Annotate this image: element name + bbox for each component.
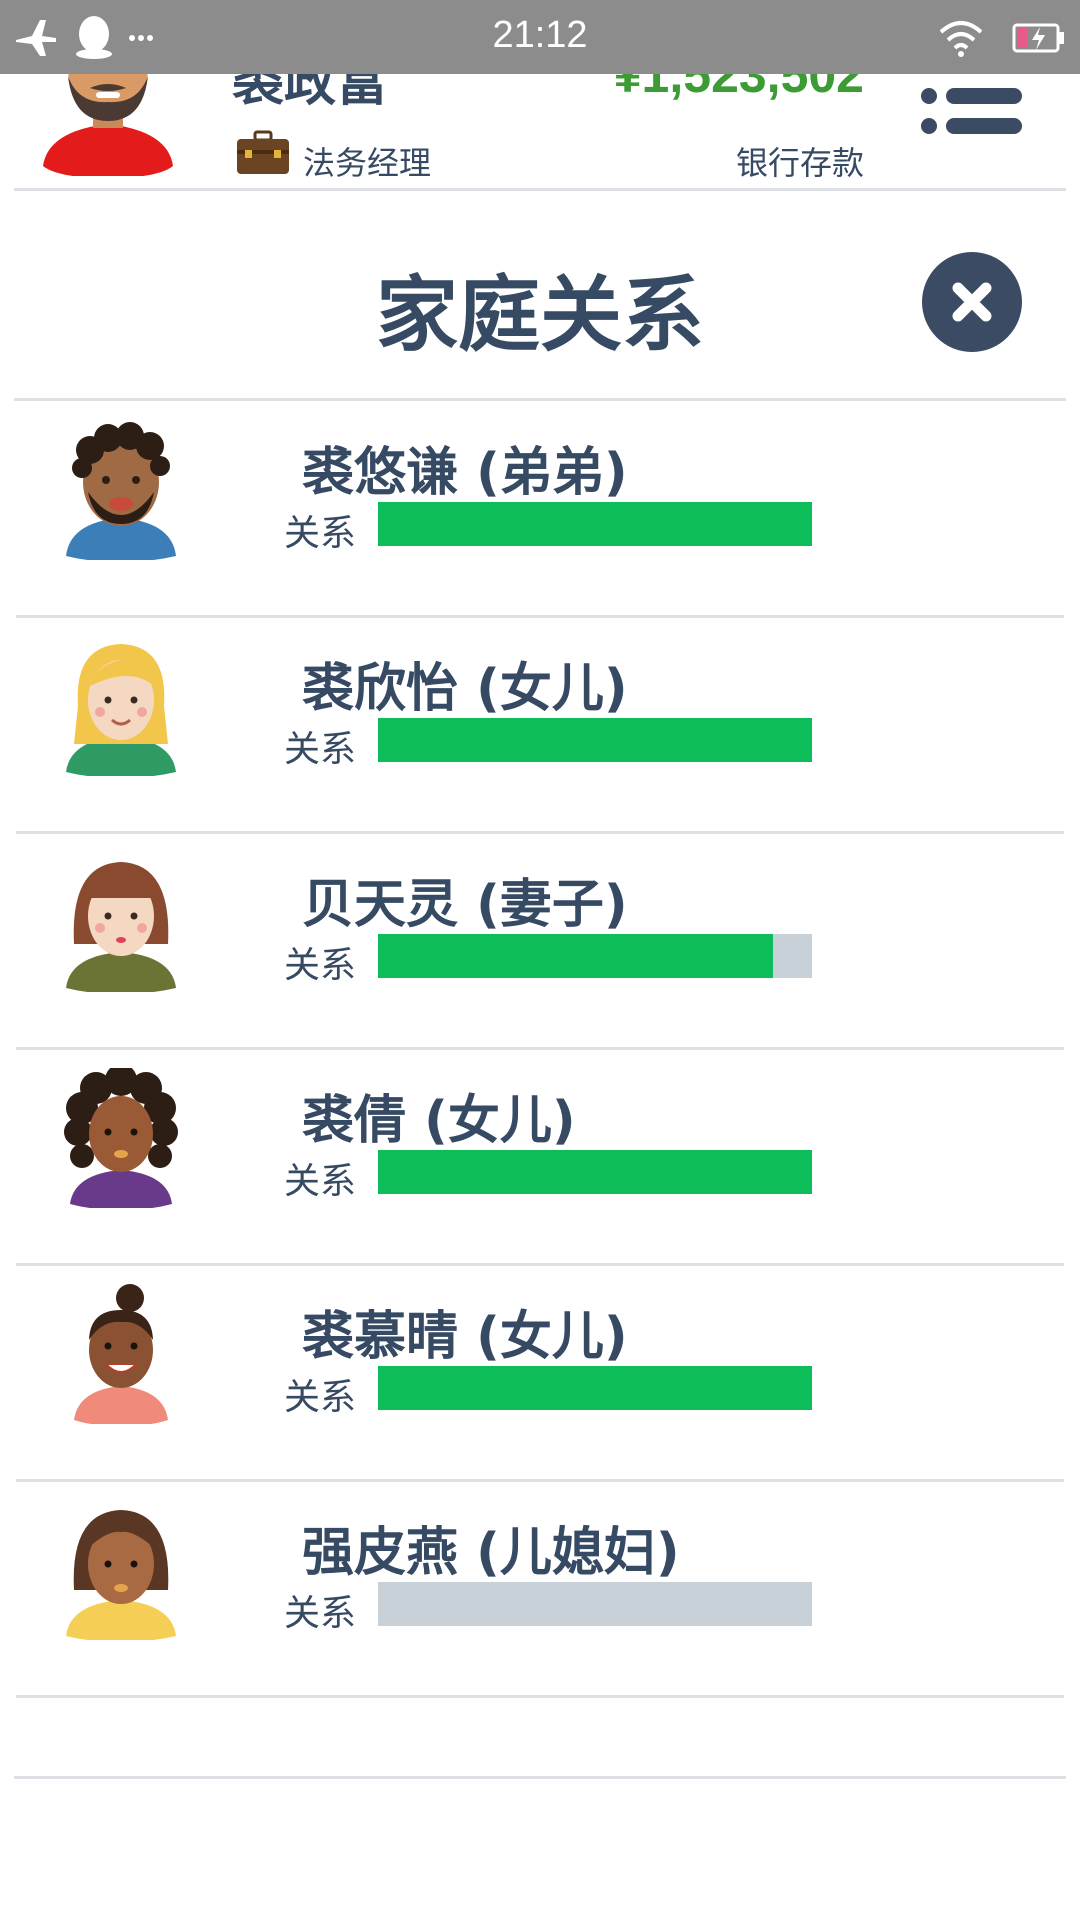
girl-bun-avatar bbox=[74, 1284, 168, 1424]
family-member-row[interactable]: 裘倩 (女儿) 关系 bbox=[0, 1050, 1080, 1266]
family-member-row[interactable]: 裘慕晴 (女儿) 关系 bbox=[0, 1266, 1080, 1482]
woman-bob-dark-avatar bbox=[66, 1510, 176, 1640]
blonde-girl-avatar bbox=[66, 644, 176, 776]
relationship-bar-fill bbox=[378, 718, 812, 762]
relationship-bar bbox=[378, 1582, 812, 1626]
modal-title: 家庭关系 bbox=[375, 268, 704, 363]
close-button[interactable] bbox=[922, 252, 1022, 352]
relationship-bar bbox=[378, 934, 812, 978]
family-member-row[interactable]: 贝天灵 (妻子) 关系 bbox=[0, 834, 1080, 1050]
title-divider bbox=[14, 398, 1066, 401]
family-member-row[interactable]: 裘悠谦 (弟弟) 关系 bbox=[0, 402, 1080, 618]
family-member-row[interactable]: 强皮燕 (儿媳妇) 关系 bbox=[0, 1482, 1080, 1698]
member-name: 裘欣怡 (女儿) bbox=[302, 659, 628, 719]
battery-charging-icon bbox=[1012, 23, 1064, 53]
briefcase-icon bbox=[237, 130, 289, 174]
clock: 21:12 bbox=[492, 14, 588, 56]
family-member-row[interactable]: 裘欣怡 (女儿) 关系 bbox=[0, 618, 1080, 834]
relationship-label: 关系 bbox=[284, 1593, 357, 1634]
row-divider bbox=[16, 1695, 1064, 1698]
list-bottom-divider bbox=[14, 1776, 1066, 1779]
member-name: 强皮燕 (儿媳妇) bbox=[302, 1523, 680, 1583]
relationship-bar bbox=[378, 1150, 812, 1194]
relationship-bar bbox=[378, 502, 812, 546]
header-divider bbox=[14, 188, 1066, 191]
close-icon bbox=[952, 282, 992, 322]
member-name: 贝天灵 (妻子) bbox=[302, 875, 628, 935]
member-name: 裘悠谦 (弟弟) bbox=[302, 443, 628, 503]
bank-balance-label: 银行存款 bbox=[735, 144, 864, 182]
relationship-label: 关系 bbox=[284, 1377, 357, 1418]
relationship-label: 关系 bbox=[284, 513, 357, 554]
relationship-bar-fill bbox=[378, 1366, 812, 1410]
job-title: 法务经理 bbox=[303, 144, 432, 182]
relationship-bar-fill bbox=[378, 934, 773, 978]
relationship-bar bbox=[378, 1366, 812, 1410]
status-bar: 21:12 bbox=[0, 0, 1080, 74]
relationship-label: 关系 bbox=[284, 1161, 357, 1202]
man-curly-beard-avatar bbox=[66, 422, 176, 560]
member-name: 裘倩 (女儿) bbox=[302, 1091, 576, 1151]
relationship-bar-fill bbox=[378, 1150, 812, 1194]
relationship-label: 关系 bbox=[284, 729, 357, 770]
wifi-icon bbox=[939, 21, 983, 57]
girl-curly-avatar bbox=[64, 1068, 178, 1208]
woman-bob-avatar bbox=[66, 862, 176, 992]
relationship-bar-fill bbox=[378, 502, 812, 546]
relationship-label: 关系 bbox=[284, 945, 357, 986]
relationship-bar bbox=[378, 718, 812, 762]
member-name: 裘慕晴 (女儿) bbox=[302, 1307, 628, 1367]
